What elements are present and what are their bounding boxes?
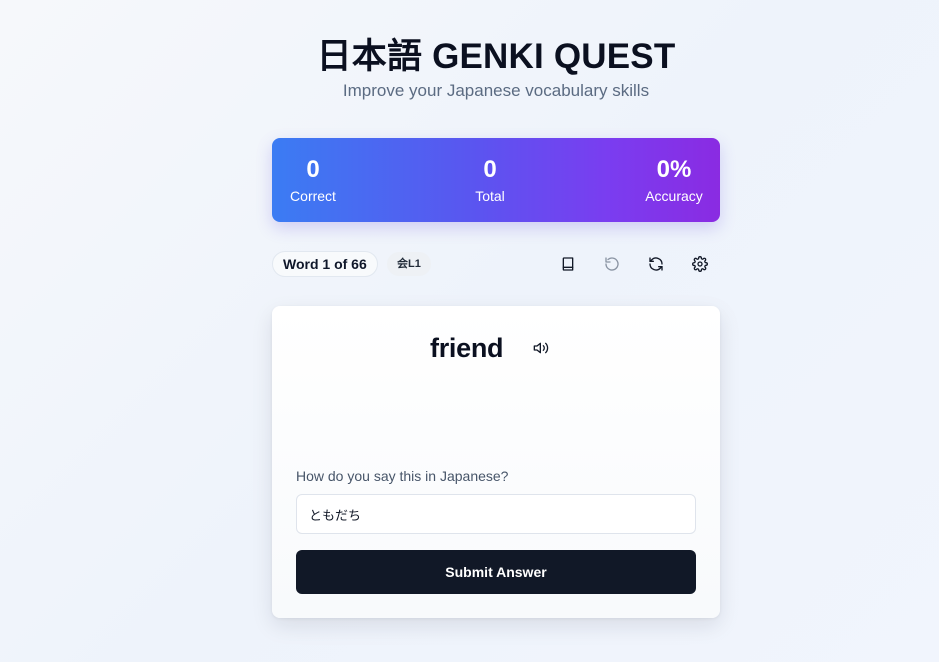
stat-total: 0 Total bbox=[468, 138, 512, 222]
gear-icon bbox=[692, 256, 708, 272]
undo-button[interactable] bbox=[600, 252, 624, 276]
accuracy-value: 0% bbox=[656, 156, 692, 183]
page-title: 日本語 GENKI QUEST bbox=[316, 37, 676, 76]
accuracy-label: Accuracy bbox=[645, 188, 703, 204]
book-icon bbox=[562, 257, 574, 271]
flashcard: friend How do you say this in Japanese? … bbox=[272, 306, 720, 618]
correct-label: Correct bbox=[290, 188, 336, 204]
vocabulary-list-button[interactable] bbox=[556, 252, 580, 276]
stat-accuracy: 0% Accuracy bbox=[642, 138, 706, 222]
speaker-icon bbox=[533, 342, 549, 354]
undo-icon bbox=[605, 257, 619, 271]
refresh-icon bbox=[649, 257, 663, 271]
total-label: Total bbox=[475, 188, 505, 204]
correct-count: 0 bbox=[306, 156, 320, 183]
answer-prompt: How do you say this in Japanese? bbox=[296, 468, 509, 484]
play-audio-button[interactable] bbox=[531, 338, 551, 358]
lesson-tag-badge: 会L1 bbox=[387, 252, 431, 276]
stats-banner: 0 Correct 0 Total 0% Accuracy bbox=[272, 138, 720, 222]
answer-input[interactable] bbox=[296, 494, 696, 534]
submit-answer-button[interactable]: Submit Answer bbox=[296, 550, 696, 594]
quiz-toolbar: Word 1 of 66 会L1 bbox=[272, 251, 720, 277]
shuffle-button[interactable] bbox=[644, 252, 668, 276]
page-subtitle: Improve your Japanese vocabulary skills bbox=[342, 81, 650, 100]
word-progress-badge: Word 1 of 66 bbox=[272, 251, 378, 277]
vocab-word: friend bbox=[430, 333, 504, 363]
settings-button[interactable] bbox=[688, 252, 712, 276]
total-count: 0 bbox=[483, 156, 497, 183]
stat-correct: 0 Correct bbox=[288, 138, 338, 222]
